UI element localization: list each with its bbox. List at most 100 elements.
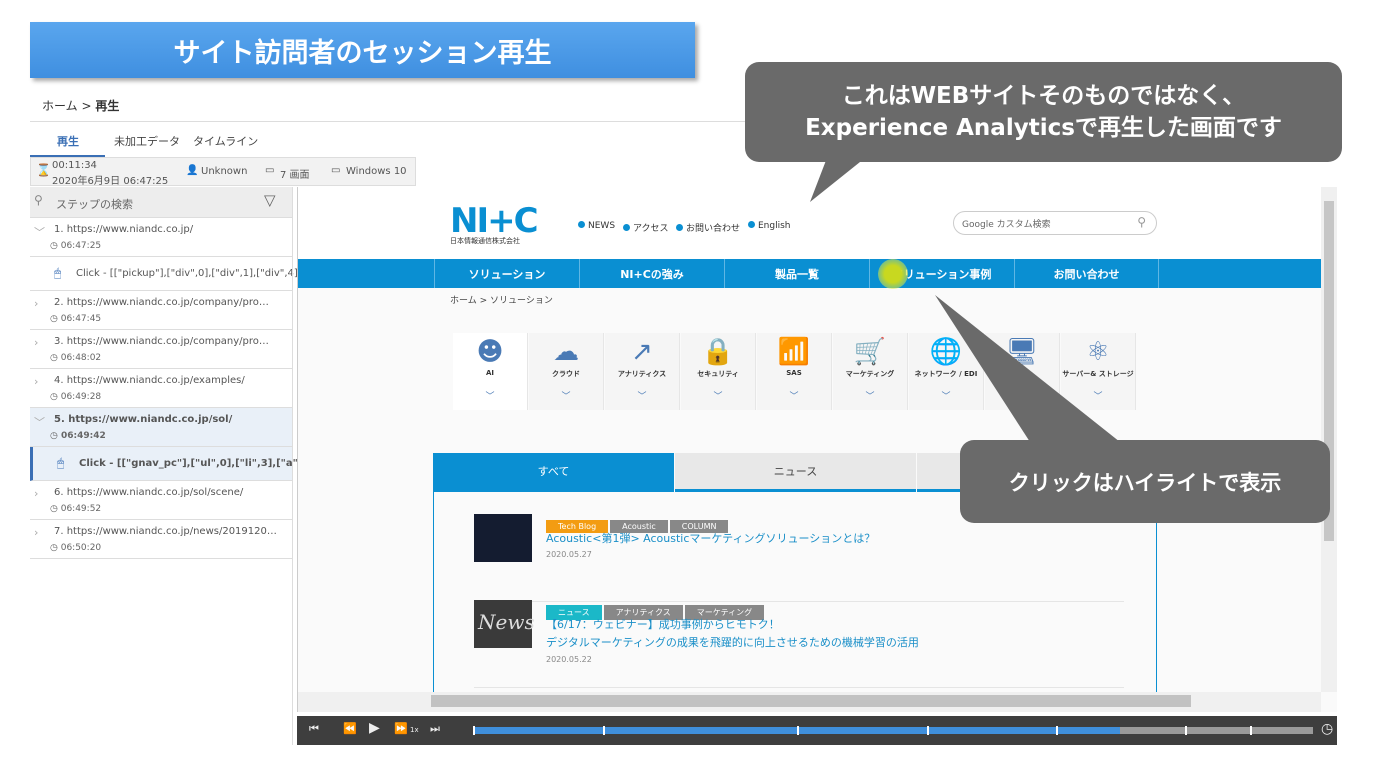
step-time-value: 06:47:45 (60, 314, 102, 324)
splitter[interactable] (292, 187, 293, 745)
fast-forward-icon[interactable]: ⏩ (394, 722, 408, 735)
session-screens: 7 画面 (280, 170, 310, 181)
mouse-icon: 🖱 (54, 266, 62, 280)
clock-icon: ◷ (50, 392, 61, 402)
chevron-right-icon[interactable]: › (34, 375, 38, 388)
monitor-icon: ▭ (331, 165, 341, 176)
site-nav-item[interactable]: ソリューション (434, 259, 579, 288)
post-title-line2[interactable]: デジタルマーケティングの成果を飛躍的に向上させるための機械学習の活用 (546, 634, 919, 650)
site-nav-item[interactable]: お問い合わせ (1014, 259, 1159, 288)
category-tile[interactable]: ☻ AI ﹀ (453, 333, 528, 410)
category-tile[interactable]: 🔒 セキュリティ ﹀ (681, 333, 756, 410)
step-marker[interactable] (1250, 726, 1252, 735)
step-marker[interactable] (473, 726, 475, 735)
bullet-icon (578, 221, 585, 228)
tab-raw-data[interactable]: 未加工データ (114, 133, 180, 149)
category-tile[interactable]: ↗ アナリティクス ﹀ (605, 333, 680, 410)
progress-track[interactable] (473, 726, 1313, 735)
step-item[interactable]: › 4. https://www.niandc.co.jp/examples/ ◷ … (30, 369, 292, 408)
chevron-right-icon[interactable]: › (34, 487, 38, 500)
news-panel: Tech Blog Acoustic COLUMN Acoustic<第1弾> Aco… (433, 492, 1157, 712)
site-search-input[interactable]: Google カスタム検索 ⚲ (953, 211, 1157, 235)
clock-icon: ◷ (50, 241, 61, 251)
chevron-down-icon[interactable]: ﹀ (34, 224, 45, 240)
news-post[interactable]: News ニュース アナリティクス マーケティング 【6/17：ウェビナー】成功事例から… (474, 600, 1124, 688)
click-selector: Click - [["gnav_pc"],["ul",0],["li",3],[… (79, 458, 318, 469)
skip-start-icon[interactable]: ⏮ (309, 722, 319, 736)
step-marker[interactable] (1185, 726, 1188, 735)
post-title[interactable]: 【6/17：ウェビナー】成功事例からヒモトク！ (546, 616, 780, 632)
chevron-right-icon[interactable]: › (34, 297, 38, 310)
site-nav-item[interactable]: NI+Cの強み (579, 259, 724, 288)
step-marker[interactable] (603, 726, 606, 735)
site-header-link[interactable]: お問い合わせ (676, 221, 740, 234)
step-marker[interactable] (1055, 726, 1058, 735)
chevron-right-icon[interactable]: › (34, 526, 38, 539)
step-click-event[interactable]: 🖱 Click - [["gnav_pc"],["ul",0],["li",3],… (30, 447, 318, 481)
step-time: ◷ 06:47:25 (50, 241, 101, 251)
step-click-event[interactable]: 🖱 Click - [["pickup"],["div",0],["div",1]… (30, 257, 319, 291)
step-marker[interactable] (797, 726, 800, 735)
step-url: 6. https://www.niandc.co.jp/sol/scene/ (54, 487, 244, 498)
step-item[interactable]: › 7. https://www.niandc.co.jp/news/201912… (30, 520, 292, 559)
search-icon[interactable]: ⚲ (1137, 215, 1146, 229)
category-tile[interactable]: 📶 SAS ﹀ (757, 333, 832, 410)
horizontal-scroll-thumb[interactable] (431, 695, 1191, 707)
post-title[interactable]: Acoustic<第1弾> Acousticマーケティングソリューションとは？ (546, 530, 875, 546)
step-item[interactable]: › 3. https://www.niandc.co.jp/company/pro… (30, 330, 292, 369)
tab-replay[interactable]: 再生 (57, 133, 79, 149)
category-label: クラウド (552, 370, 580, 378)
click-selector: Click - [["pickup"],["div",0],["div",1],… (76, 268, 320, 279)
breadcrumb-separator: > (81, 99, 92, 113)
step-item[interactable]: ﹀ 5. https://www.niandc.co.jp/sol/ ◷ 06:49… (30, 408, 292, 447)
player-controls: ⏮ ⏪ ▶ ⏩ 1x ⏭ ◷ (297, 716, 1337, 745)
site-header-link[interactable]: NEWS (578, 221, 615, 231)
rewind-icon[interactable]: ⏪ (343, 722, 357, 735)
clock-icon: ◷ (50, 314, 61, 324)
step-marker[interactable] (926, 726, 929, 735)
site-nav-item[interactable]: 製品一覧 (724, 259, 869, 288)
news-post[interactable]: Tech Blog Acoustic COLUMN Acoustic<第1弾> Aco… (474, 514, 1124, 602)
step-url: 5. https://www.niandc.co.jp/sol/ (54, 414, 233, 425)
playback-speed[interactable]: 1x (410, 726, 419, 734)
site-header-link[interactable]: アクセス (623, 221, 669, 234)
tab-timeline[interactable]: タイムライン (193, 133, 258, 149)
chevron-right-icon[interactable]: › (34, 336, 38, 349)
step-item[interactable]: › 2. https://www.niandc.co.jp/company/pro… (30, 291, 292, 330)
steps-search[interactable]: ⚲ ステップの検索 ▽ (30, 187, 292, 218)
chevron-down-icon: ﹀ (865, 392, 875, 402)
news-tab[interactable]: ニュース (675, 453, 916, 492)
site-logo[interactable]: NI+C (450, 201, 539, 241)
slide-title-banner: サイト訪問者のセッション再生 (30, 22, 695, 78)
filter-icon[interactable]: ▽ (264, 191, 276, 209)
step-time: ◷ 06:49:28 (50, 392, 101, 402)
clock-icon[interactable]: ◷ (1321, 721, 1333, 737)
category-tile[interactable]: 🛒 マーケティング ﹀ (833, 333, 908, 410)
step-time-value: 06:49:28 (60, 392, 102, 402)
head-gears-icon: ☻ (476, 337, 504, 367)
steps-search-input[interactable]: ステップの検索 (56, 196, 133, 212)
news-tab[interactable]: すべて (433, 453, 674, 492)
post-date: 2020.05.27 (546, 550, 592, 559)
link-label: お問い合わせ (686, 224, 741, 234)
lock-shield-icon: 🔒 (701, 337, 735, 367)
play-icon[interactable]: ▶ (369, 720, 380, 736)
site-nav: ソリューション NI+Cの強み 製品一覧 ソリューション事例 お問い合わせ (298, 259, 1321, 288)
chevron-down-icon[interactable]: ﹀ (34, 414, 45, 430)
post-thumbnail: News (474, 600, 535, 648)
session-os: Windows 10 (346, 166, 407, 177)
category-tile[interactable]: ☁ クラウド ﹀ (529, 333, 604, 410)
breadcrumb-home[interactable]: ホーム (42, 99, 78, 113)
post-date: 2020.05.22 (546, 655, 592, 664)
clock-icon: ◷ (50, 504, 61, 514)
step-item[interactable]: ﹀ 1. https://www.niandc.co.jp/ ◷ 06:47:25 (30, 218, 292, 257)
skip-end-icon[interactable]: ⏭ (430, 722, 440, 736)
chevron-down-icon: ﹀ (637, 392, 647, 402)
step-item[interactable]: › 6. https://www.niandc.co.jp/sol/scene/ ◷… (30, 481, 292, 520)
link-label: NEWS (588, 221, 616, 231)
site-search-placeholder: Google カスタム検索 (962, 220, 1051, 230)
clock-icon: ◷ (50, 543, 61, 553)
site-header-link[interactable]: English (748, 221, 791, 231)
step-time: ◷ 06:49:52 (50, 504, 101, 514)
site-breadcrumb: ホーム > ソリューション (450, 296, 553, 306)
